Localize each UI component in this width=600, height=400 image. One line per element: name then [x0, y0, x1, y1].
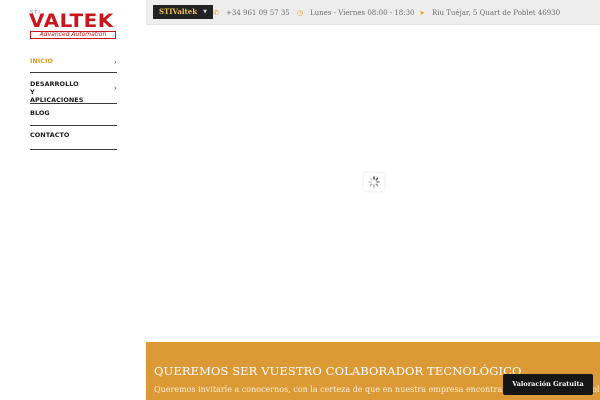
valtek-logo[interactable]: STI VALTEK Advanced Automation — [29, 10, 117, 39]
phone-number: +34 961 09 57 35 — [226, 8, 290, 17]
logo-brand: VALTEK — [29, 10, 114, 32]
valoracion-gratuita-button[interactable]: Valoración Gratuita — [503, 374, 593, 395]
chevron-right-icon: › — [113, 83, 117, 93]
clock-icon: ◷ — [296, 8, 304, 17]
hero-slider-area — [146, 26, 600, 342]
loading-spinner-icon — [364, 173, 384, 191]
address-info[interactable]: ➤ Riu Tuéjar, 5 Quart de Poblet 46930 — [418, 0, 560, 25]
address-text: Riu Tuéjar, 5 Quart de Poblet 46930 — [432, 8, 561, 17]
logo-tagline: Advanced Automation — [30, 31, 116, 39]
menu-item-label: BLOG — [30, 109, 50, 117]
caret-down-icon: ▼ — [203, 9, 207, 15]
phone-info[interactable]: ✆ +34 961 09 57 35 — [212, 0, 290, 25]
menu-item-label: CONTACTO — [30, 131, 70, 139]
sti-dropdown-label: STIValtek — [159, 7, 198, 16]
menu-item-blog[interactable]: BLOG — [30, 104, 117, 126]
top-info-bar: STIValtek ▼ ✆ +34 961 09 57 35 ◷ Lunes -… — [146, 0, 600, 25]
phone-icon: ✆ — [213, 8, 219, 17]
banner-title: QUEREMOS SER VUESTRO COLABORADOR TECNOLÓ… — [154, 364, 522, 378]
menu-item-contacto[interactable]: CONTACTO — [30, 126, 117, 150]
opening-hours: Lunes - Viernes 08:00 - 18:30 — [310, 8, 415, 17]
menu-item-label: INICIO — [30, 57, 53, 65]
main-menu: INICIO › DESARROLLO Y APLICACIONES › BLO… — [30, 52, 117, 150]
sidebar: STI VALTEK Advanced Automation INICIO › … — [0, 0, 146, 400]
chevron-right-icon: › — [113, 57, 117, 67]
hours-info: ◷ Lunes - Viernes 08:00 - 18:30 — [296, 0, 415, 25]
sti-valtek-dropdown[interactable]: STIValtek ▼ — [153, 5, 213, 19]
location-arrow-icon: ➤ — [419, 8, 425, 17]
menu-item-inicio[interactable]: INICIO › — [30, 52, 117, 73]
menu-item-desarrollo[interactable]: DESARROLLO Y APLICACIONES › — [30, 73, 117, 104]
